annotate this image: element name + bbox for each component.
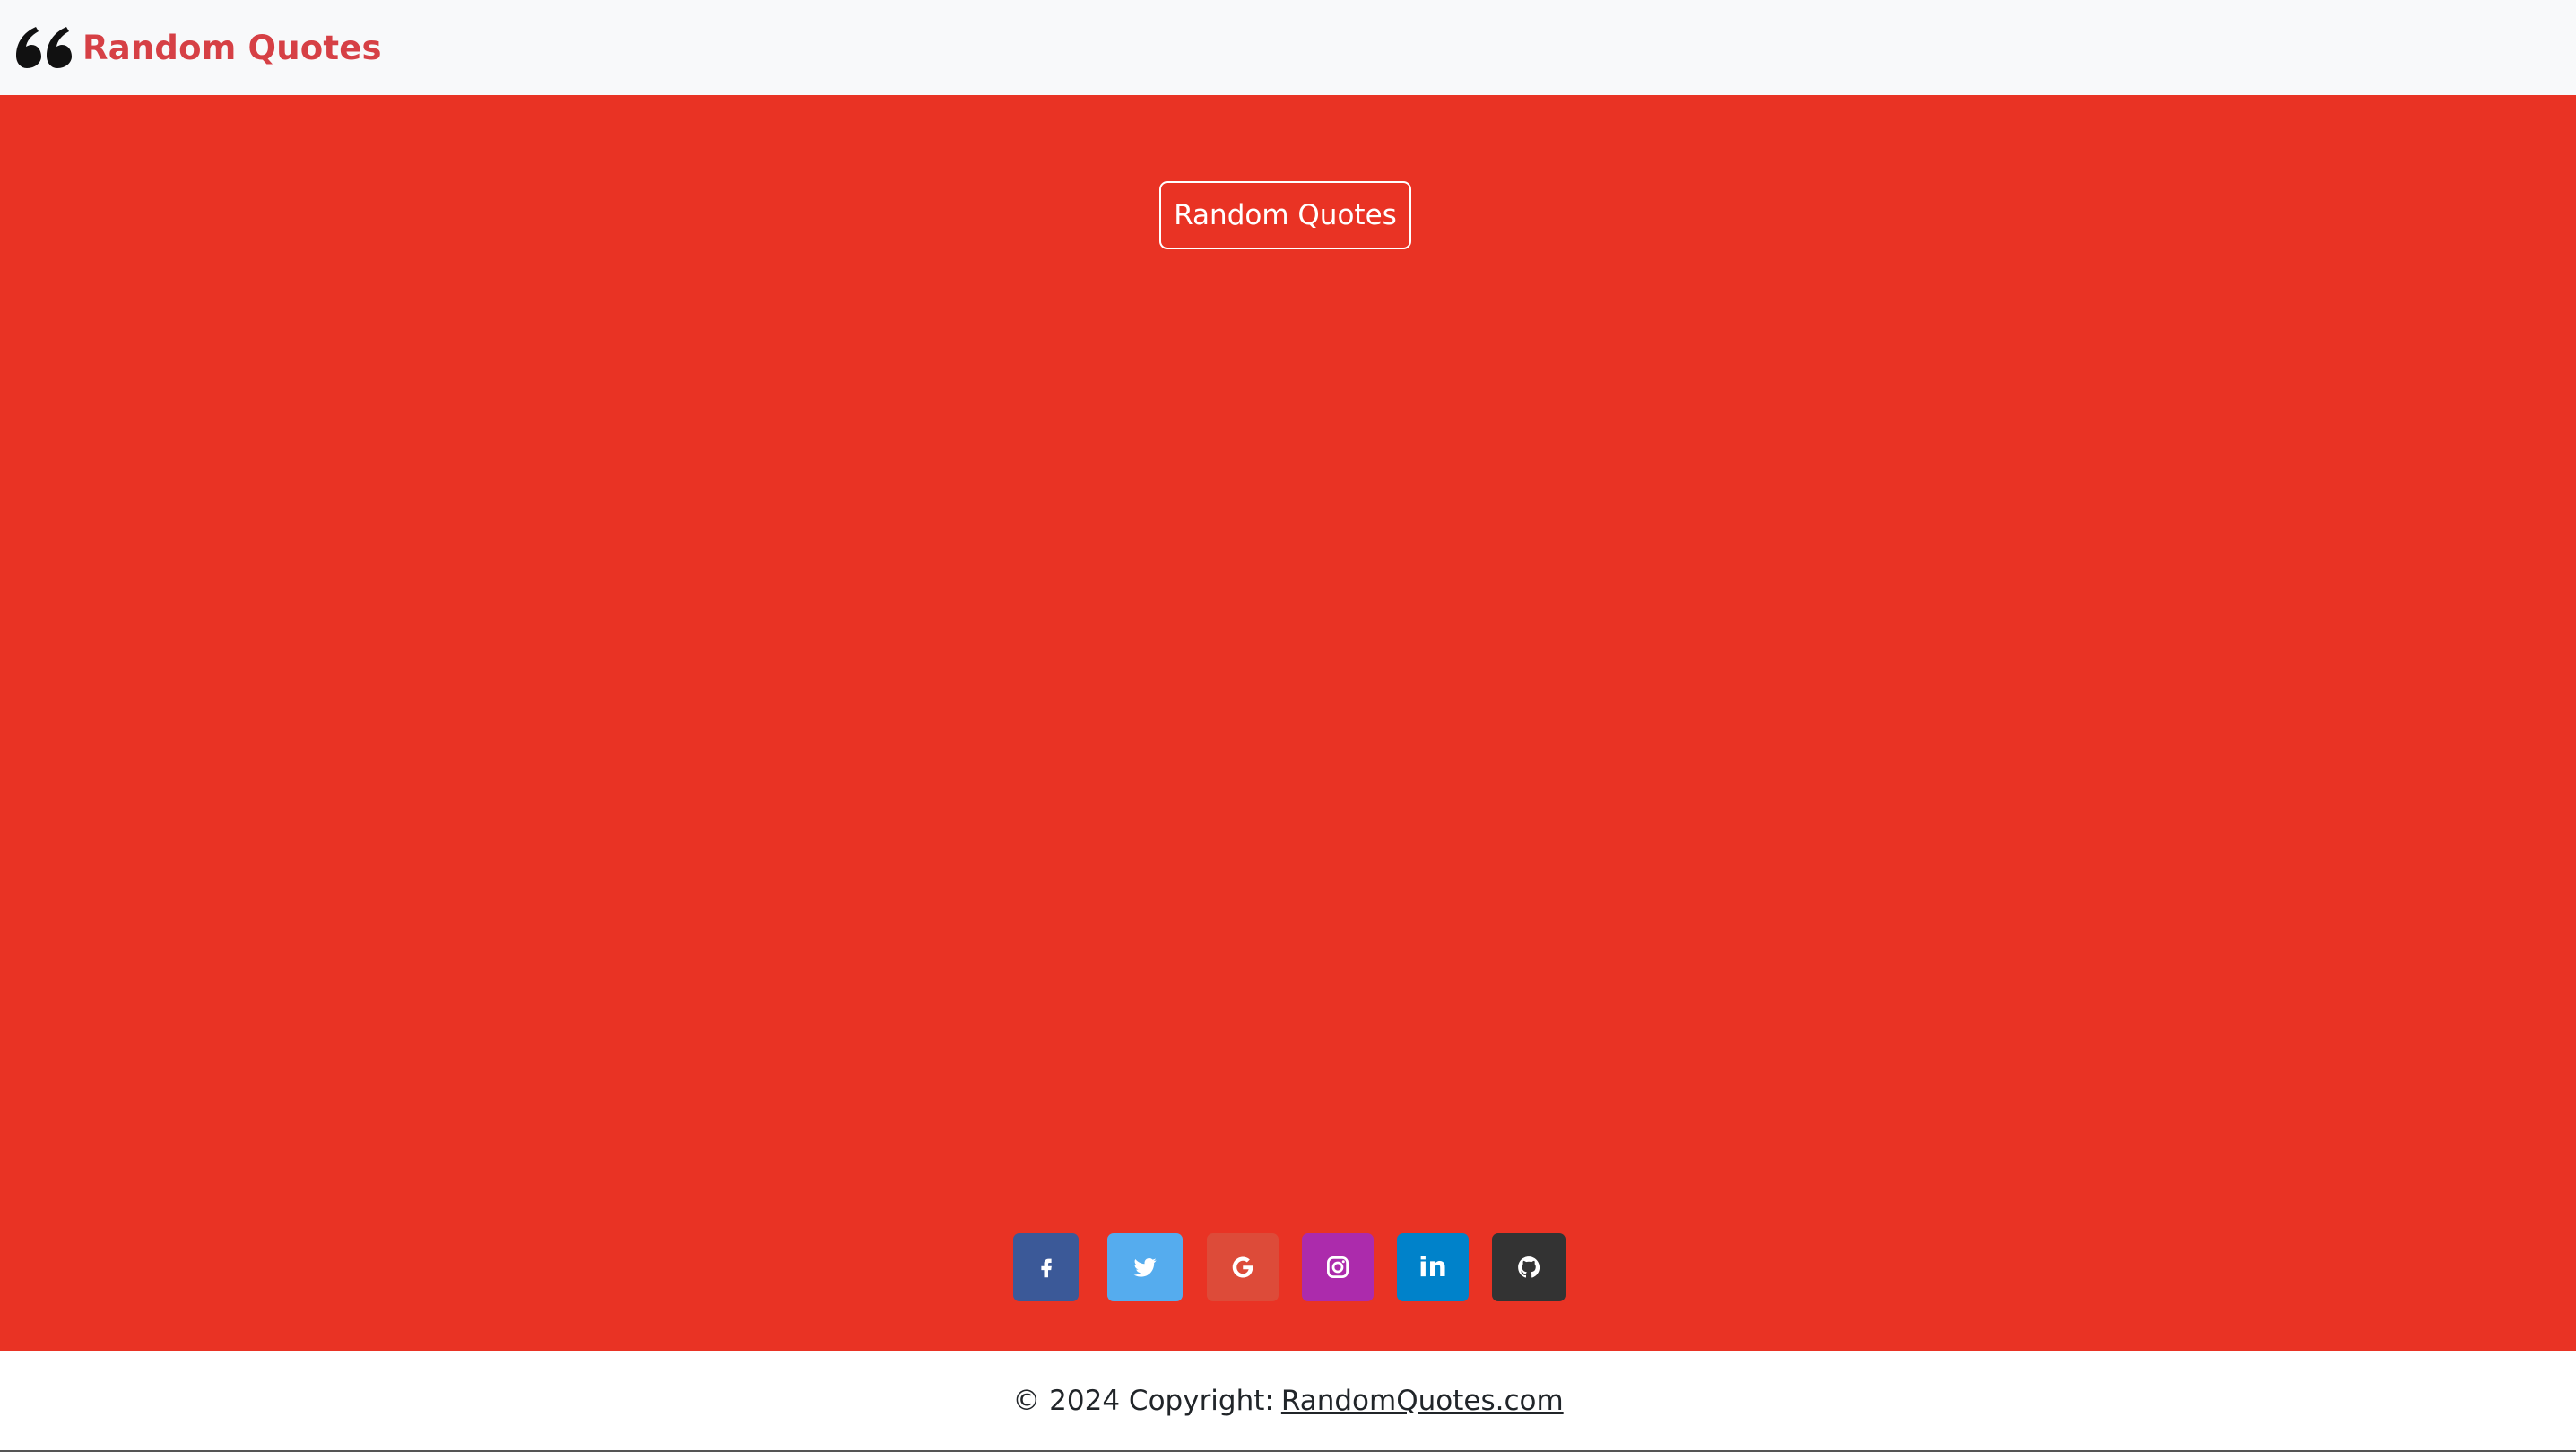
footer: © 2024 Copyright: RandomQuotes.com bbox=[0, 1351, 2576, 1452]
social-links: in bbox=[1013, 1233, 1566, 1301]
navbar: Random Quotes bbox=[0, 0, 2576, 95]
copyright-text: © 2024 Copyright: bbox=[1012, 1384, 1274, 1417]
brand-title: Random Quotes bbox=[82, 28, 382, 67]
site-link[interactable]: RandomQuotes.com bbox=[1281, 1385, 1564, 1417]
facebook-icon bbox=[1040, 1258, 1052, 1278]
github-icon bbox=[1518, 1256, 1540, 1278]
quote-left-icon bbox=[16, 27, 72, 68]
brand-link[interactable]: Random Quotes bbox=[16, 27, 382, 68]
instagram-button[interactable] bbox=[1302, 1233, 1374, 1301]
linkedin-button[interactable]: in bbox=[1397, 1233, 1469, 1301]
instagram-icon bbox=[1327, 1256, 1349, 1278]
twitter-icon bbox=[1133, 1257, 1157, 1277]
twitter-button[interactable] bbox=[1107, 1233, 1183, 1301]
random-quotes-button[interactable]: Random Quotes bbox=[1159, 181, 1411, 249]
facebook-button[interactable] bbox=[1013, 1233, 1079, 1301]
github-button[interactable] bbox=[1492, 1233, 1566, 1301]
google-icon bbox=[1232, 1256, 1253, 1278]
google-button[interactable] bbox=[1207, 1233, 1279, 1301]
quote-area: Random Quotes in bbox=[0, 95, 2576, 1351]
linkedin-icon: in bbox=[1418, 1251, 1447, 1283]
